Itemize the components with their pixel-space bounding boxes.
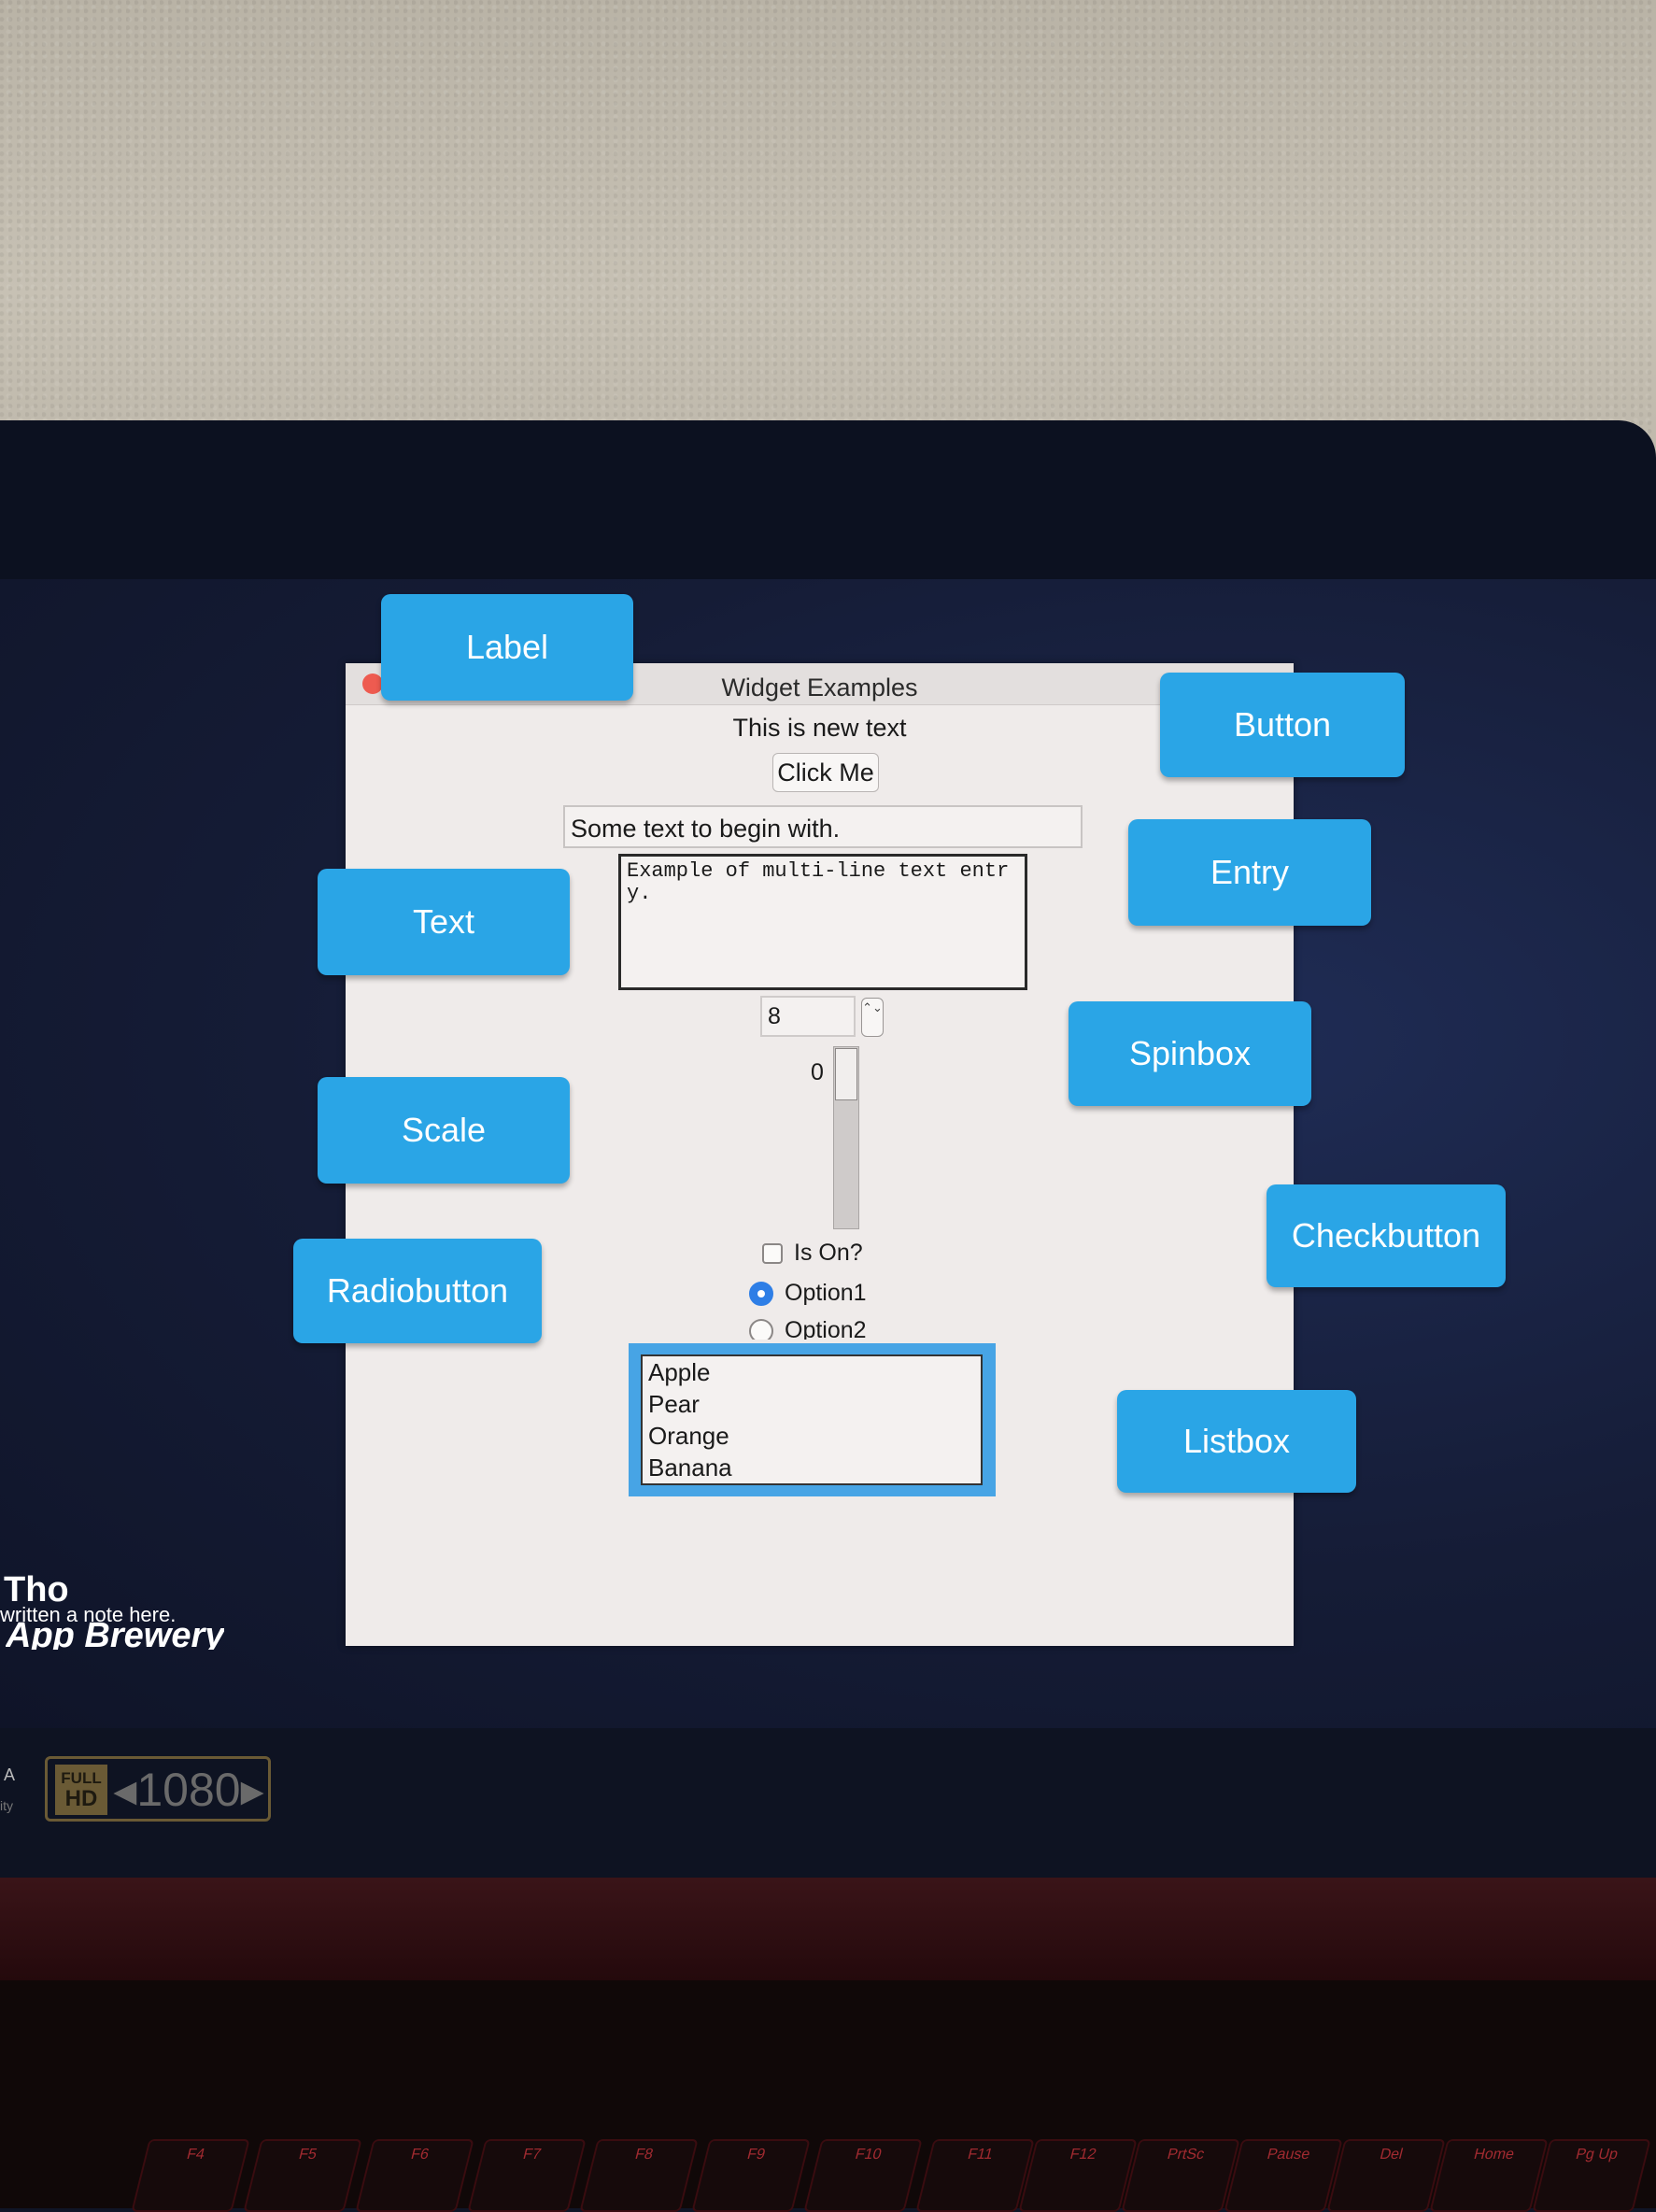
key-pgup[interactable]: Pg Up (1532, 2139, 1651, 2212)
scale-value: 0 (811, 1059, 824, 1085)
key-f12[interactable]: F12 (1018, 2139, 1138, 2212)
checkbutton[interactable]: Is On? (762, 1240, 863, 1267)
callout-button: Button (1160, 673, 1405, 777)
key-f8[interactable]: F8 (579, 2139, 699, 2212)
key-f11[interactable]: F11 (915, 2139, 1035, 2212)
listbox-item[interactable]: Pear (648, 1388, 981, 1420)
callout-scale: Scale (318, 1077, 570, 1184)
radio-option2-label: Option2 (785, 1317, 867, 1340)
corner-letter: A (4, 1765, 16, 1784)
radio-unselected-icon[interactable] (749, 1319, 773, 1340)
radio-option1-label: Option1 (785, 1280, 867, 1306)
hd-resolution: ◂1080▸ (113, 1764, 264, 1816)
click-me-button[interactable]: Click Me (772, 753, 879, 792)
checkbox-icon[interactable] (762, 1243, 783, 1265)
key-f6[interactable]: F6 (355, 2139, 474, 2212)
callout-listbox: Listbox (1117, 1390, 1356, 1493)
radio-selected-icon[interactable] (749, 1282, 773, 1307)
multiline-text-area[interactable]: Example of multi-line text entry. (618, 854, 1027, 990)
laptop-hinge (0, 1878, 1656, 1980)
callout-entry: Entry (1128, 819, 1371, 926)
tk-label: This is new text (732, 714, 907, 742)
listbox-item[interactable]: Apple (648, 1356, 981, 1388)
wall-background (0, 0, 1656, 486)
corner-small-text: ity (0, 1798, 13, 1813)
key-f10[interactable]: F10 (803, 2139, 923, 2212)
key-f5[interactable]: F5 (243, 2139, 362, 2212)
spinbox-arrows-icon[interactable]: ⌃⌄ (861, 998, 884, 1037)
brand-logo: App Brewery (6, 1622, 225, 1650)
listbox-item[interactable]: Banana (648, 1452, 981, 1483)
callout-radiobutton: Radiobutton (293, 1239, 542, 1343)
callout-checkbutton: Checkbutton (1267, 1184, 1506, 1287)
spinbox-input[interactable]: 8 (760, 996, 856, 1037)
scale-slider-handle[interactable] (835, 1048, 857, 1100)
key-f9[interactable]: F9 (691, 2139, 811, 2212)
hd-badge-label: FULL HD (55, 1765, 107, 1815)
radio-option1[interactable]: Option1 (749, 1280, 867, 1307)
key-f4[interactable]: F4 (131, 2139, 250, 2212)
listbox[interactable]: Apple Pear Orange Banana (641, 1354, 983, 1485)
key-pause[interactable]: Pause (1224, 2139, 1343, 2212)
key-prtsc[interactable]: PrtSc (1121, 2139, 1240, 2212)
listbox-focus-ring: Apple Pear Orange Banana (629, 1343, 996, 1496)
callout-text: Text (318, 869, 570, 975)
hd-text: HD (64, 1786, 98, 1811)
full-hd-badge: FULL HD ◂1080▸ (45, 1756, 271, 1822)
key-f7[interactable]: F7 (467, 2139, 587, 2212)
key-del[interactable]: Del (1326, 2139, 1446, 2212)
checkbutton-label: Is On? (794, 1240, 863, 1266)
callout-label: Label (381, 594, 633, 701)
radio-option2[interactable]: Option2 (749, 1317, 867, 1340)
key-home[interactable]: Home (1429, 2139, 1549, 2212)
callout-spinbox: Spinbox (1069, 1001, 1311, 1106)
listbox-item[interactable]: Orange (648, 1420, 981, 1452)
entry-field[interactable]: Some text to begin with. (563, 805, 1083, 848)
